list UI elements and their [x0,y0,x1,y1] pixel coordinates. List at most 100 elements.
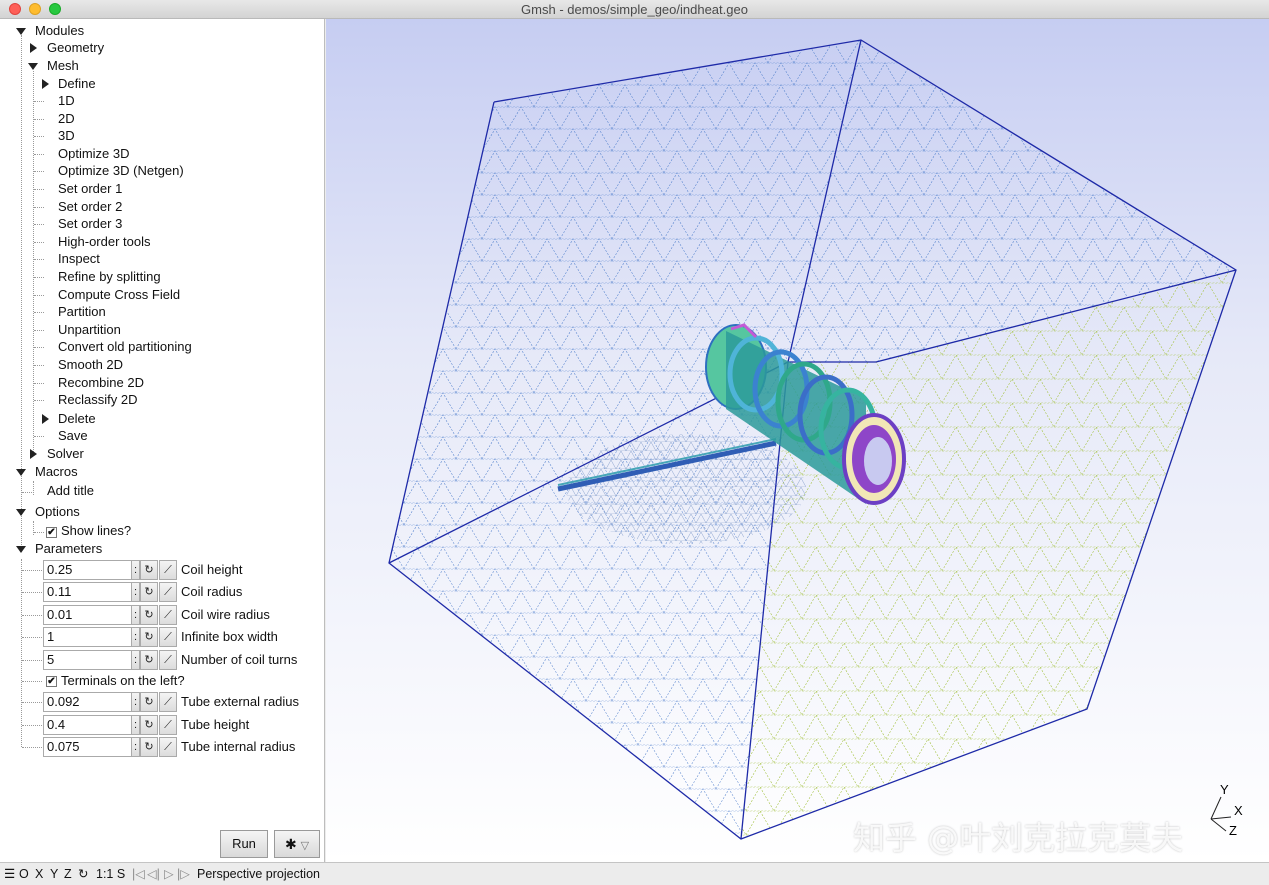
tree-item-unpartition[interactable]: Unpartition [58,321,121,339]
scale-button[interactable]: 1:1 S [96,863,125,885]
view-o-button[interactable]: O [19,863,29,885]
tree-item-set-order-3[interactable]: Set order 3 [58,215,122,233]
view-x-button[interactable]: X [35,863,43,885]
view-z-button[interactable]: Z [64,863,72,885]
watermark: 知乎 @叶刘克拉克莫夫 [853,819,1184,857]
coil-radius-input[interactable]: 0.11 [43,582,131,602]
view-y-button[interactable]: Y [50,863,58,885]
tree-item-mesh[interactable]: Mesh [47,57,79,75]
tree-connector [22,702,42,703]
expand-macros-icon[interactable] [16,469,26,476]
mesh-canvas[interactable]: Y X Z [326,19,1269,862]
tree-item-2d[interactable]: 2D [58,110,75,128]
coil-wire-radius-input[interactable]: 0.01 [43,605,131,625]
rotate-icon[interactable]: ↻ [78,863,88,885]
tube-internal-radius-loop-icon[interactable]: ↻ [140,737,158,757]
infinite-box-width-menu-button[interactable]: : [131,627,140,647]
coil-radius-menu-button[interactable]: : [131,582,140,602]
tube-height-loop-icon[interactable]: ↻ [140,715,158,735]
tree-item-save[interactable]: Save [58,427,88,445]
expand-modules-icon[interactable] [16,28,26,35]
tree-item-1d[interactable]: 1D [58,92,75,110]
tree-item-convert-old-partitioning[interactable]: Convert old partitioning [58,338,192,356]
tube-external-radius-graph-icon[interactable]: ⟋ [159,692,177,712]
tree-item-solver[interactable]: Solver [47,445,84,463]
coil-radius-loop-icon[interactable]: ↻ [140,582,158,602]
tree-connector [34,136,44,137]
coil-radius-graph-icon[interactable]: ⟋ [159,582,177,602]
number-of-coil-turns-menu-button[interactable]: : [131,650,140,670]
status-bar: ☰ O X Y Z ↻ 1:1 S |◁ ◁| ▷ |▷ Perspective… [0,862,1269,885]
run-button[interactable]: Run [220,830,268,858]
coil-height-menu-button[interactable]: : [131,560,140,580]
tube-internal-radius-menu-button[interactable]: : [131,737,140,757]
tree-item-set-order-2[interactable]: Set order 2 [58,198,122,216]
tree-item-options[interactable]: Options [35,503,80,521]
tree-item-macros[interactable]: Macros [35,463,78,481]
tree-item-refine-by-splitting[interactable]: Refine by splitting [58,268,161,286]
coil-height-input[interactable]: 0.25 [43,560,131,580]
tube-external-radius-menu-button[interactable]: : [131,692,140,712]
tree-connector [34,365,44,366]
coil-wire-radius-graph-icon[interactable]: ⟋ [159,605,177,625]
tree-item-set-order-1[interactable]: Set order 1 [58,180,122,198]
tree-item-geometry[interactable]: Geometry [47,39,104,57]
tree-connector [22,492,32,493]
tree-item-define[interactable]: Define [58,75,96,93]
tube-height-menu-button[interactable]: : [131,715,140,735]
close-window-button[interactable] [9,3,21,15]
number-of-coil-turns-loop-icon[interactable]: ↻ [140,650,158,670]
minimize-window-button[interactable] [29,3,41,15]
tree-connector [22,660,42,661]
expand-geometry-icon[interactable] [30,43,37,53]
tree-item-3d[interactable]: 3D [58,127,75,145]
tube-height-input[interactable]: 0.4 [43,715,131,735]
tree-item-high-order-tools[interactable]: High-order tools [58,233,151,251]
tree-item-modules[interactable]: Modules [35,22,84,40]
show-lines-checkbox[interactable]: ✔ [46,527,57,538]
tube-height-graph-icon[interactable]: ⟋ [159,715,177,735]
expand-delete-icon[interactable] [42,414,49,424]
previous-step-icon[interactable]: ◁| [147,863,160,885]
tree-item-reclassify-2d[interactable]: Reclassify 2D [58,391,137,409]
first-step-icon[interactable]: |◁ [132,863,145,885]
tree-item-add-title[interactable]: Add title [47,482,94,500]
number-of-coil-turns-graph-icon[interactable]: ⟋ [159,650,177,670]
infinite-box-width-input[interactable]: 1 [43,627,131,647]
tree-connector [34,242,44,243]
tree-item-delete[interactable]: Delete [58,410,96,428]
maximize-window-button[interactable] [49,3,61,15]
expand-options-icon[interactable] [16,509,26,516]
expand-parameters-icon[interactable] [16,546,26,553]
tube-internal-radius-graph-icon[interactable]: ⟋ [159,737,177,757]
tree-item-compute-cross-field[interactable]: Compute Cross Field [58,286,180,304]
coil-wire-radius-menu-button[interactable]: : [131,605,140,625]
last-step-icon[interactable]: |▷ [177,863,190,885]
tree-item-parameters[interactable]: Parameters [35,540,102,558]
tree-item-recombine-2d[interactable]: Recombine 2D [58,374,144,392]
graphics-viewport[interactable]: Y X Z 知乎 @叶刘克拉克莫夫 [326,19,1269,862]
number-of-coil-turns-input[interactable]: 5 [43,650,131,670]
tree-item-optimize-3d[interactable]: Optimize 3D [58,145,130,163]
solver-settings-button[interactable]: ✱ ▽ [274,830,320,858]
infinite-box-width-loop-icon[interactable]: ↻ [140,627,158,647]
coil-height-graph-icon[interactable]: ⟋ [159,560,177,580]
expand-solver-icon[interactable] [30,449,37,459]
coil-height-loop-icon[interactable]: ↻ [140,560,158,580]
tree-connector [22,681,42,682]
infinite-box-width-graph-icon[interactable]: ⟋ [159,627,177,647]
coil-wire-radius-loop-icon[interactable]: ↻ [140,605,158,625]
tree-item-optimize-3d-netgen[interactable]: Optimize 3D (Netgen) [58,162,184,180]
tree-item-inspect[interactable]: Inspect [58,250,100,268]
tree-item-smooth-2d[interactable]: Smooth 2D [58,356,123,374]
expand-mesh-icon[interactable] [28,63,38,70]
tree-item-partition[interactable]: Partition [58,303,106,321]
tube-external-radius-loop-icon[interactable]: ↻ [140,692,158,712]
play-icon[interactable]: ▷ [164,863,174,885]
menu-icon[interactable]: ☰ [4,863,15,885]
expand-define-icon[interactable] [42,79,49,89]
tree-connector [34,436,44,437]
tube-internal-radius-input[interactable]: 0.075 [43,737,131,757]
terminals-left-checkbox[interactable]: ✔ [46,676,57,687]
tube-external-radius-input[interactable]: 0.092 [43,692,131,712]
